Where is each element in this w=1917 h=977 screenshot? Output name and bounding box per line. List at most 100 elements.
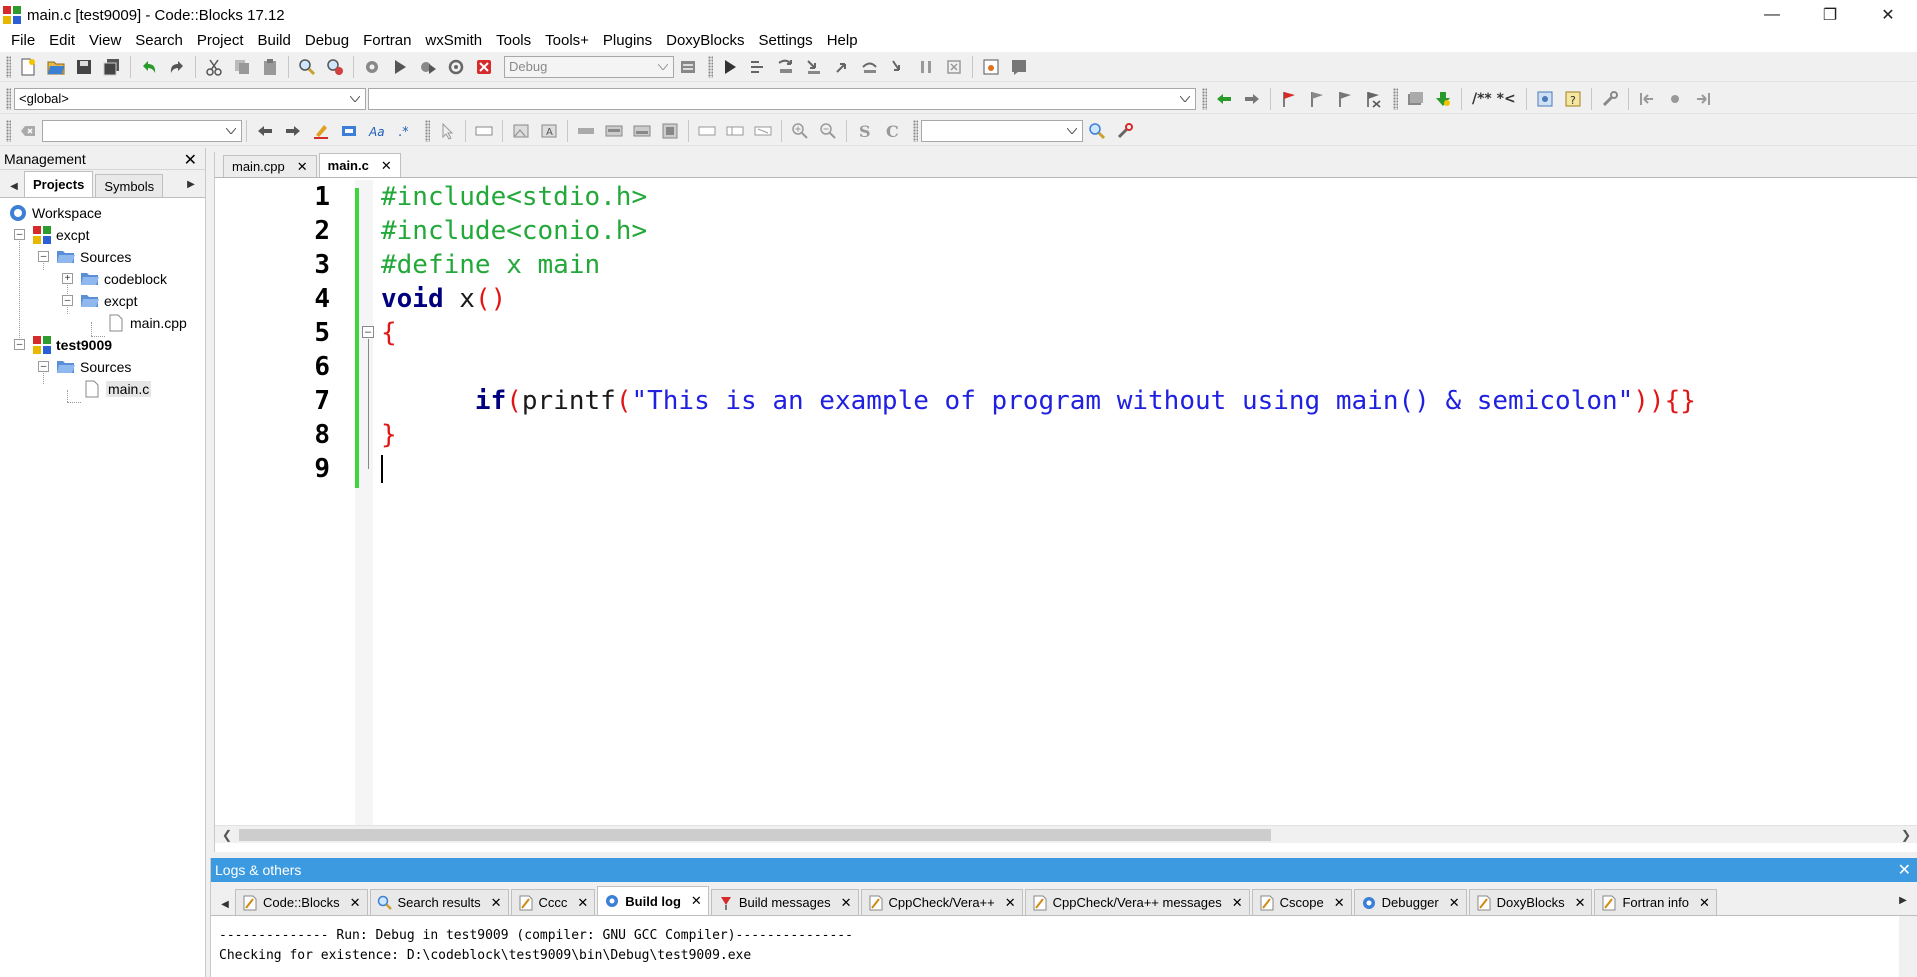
tree-item-file-main-cpp[interactable]: main.cpp [106, 312, 187, 334]
close-icon[interactable]: ✕ [381, 158, 392, 174]
thread-search-icon[interactable] [1085, 119, 1109, 143]
search-previous-icon[interactable] [253, 119, 277, 143]
scroll-left-icon[interactable]: ❮ [219, 827, 235, 843]
undo-icon[interactable] [137, 55, 161, 79]
widget-d-icon[interactable] [658, 119, 682, 143]
next-instruction-icon[interactable] [858, 55, 882, 79]
toolbar-grip[interactable] [6, 87, 11, 110]
run-to-cursor-icon[interactable] [746, 55, 770, 79]
menu-wxsmith[interactable]: wxSmith [418, 30, 489, 52]
tab-symbols[interactable]: Symbols [95, 174, 164, 197]
marker-dot-icon[interactable] [1663, 87, 1687, 111]
layout-c-icon[interactable] [751, 119, 775, 143]
menu-plugins[interactable]: Plugins [596, 30, 659, 52]
menu-fortran[interactable]: Fortran [356, 30, 418, 52]
step-into-instruction-icon[interactable] [886, 55, 910, 79]
zoom-out-icon[interactable] [816, 119, 840, 143]
tab-projects[interactable]: Projects [24, 171, 94, 197]
thread-search-options-icon[interactable] [1113, 119, 1137, 143]
fold-collapse-icon[interactable]: – [362, 326, 374, 338]
toolbar-grip[interactable] [6, 55, 11, 78]
pause-icon[interactable] [914, 55, 938, 79]
tab-fortran-info[interactable]: Fortran info ✕ [1594, 889, 1717, 915]
close-icon[interactable]: ✕ [1449, 895, 1460, 911]
search-next-icon[interactable] [281, 119, 305, 143]
tree-expander[interactable]: – [14, 229, 25, 240]
close-icon[interactable]: ✕ [577, 895, 588, 911]
menu-help[interactable]: Help [820, 30, 865, 52]
chevron-right-icon[interactable]: ▶ [1893, 889, 1913, 911]
build-options-icon[interactable] [676, 55, 700, 79]
tab-debugger[interactable]: Debugger ✕ [1353, 889, 1467, 915]
debugging-windows-icon[interactable] [979, 55, 1003, 79]
jump-back-icon[interactable] [1212, 87, 1236, 111]
scrollbar-thumb[interactable] [239, 829, 1271, 841]
tab-cscope[interactable]: Cscope ✕ [1251, 889, 1352, 915]
code-editor[interactable]: 1 2 3 4 5 6 7 8 9 – #include<stdio.h> #i… [215, 180, 1917, 825]
tree-item-project-excpt[interactable]: excpt [32, 224, 89, 246]
tree-item-folder-codeblock[interactable]: codeblock [80, 268, 167, 290]
function-select[interactable] [368, 87, 1196, 110]
tree-item-project-test9009[interactable]: test9009 [32, 334, 112, 356]
chevron-left-icon[interactable]: ◀ [215, 893, 235, 915]
toolbar-grip[interactable] [1202, 87, 1207, 110]
close-icon[interactable]: ✕ [1334, 895, 1345, 911]
menu-settings[interactable]: Settings [751, 30, 819, 52]
horizontal-scrollbar[interactable]: ❮ ❯ [215, 825, 1917, 843]
vertical-scrollbar[interactable] [1899, 916, 1917, 977]
menu-tools-plus[interactable]: Tools+ [538, 30, 596, 52]
copy-icon[interactable] [230, 55, 254, 79]
toolbar-grip[interactable] [708, 55, 713, 78]
build-gear-icon[interactable] [360, 55, 384, 79]
clear-search-icon[interactable] [16, 119, 40, 143]
regex-icon[interactable]: .* [393, 119, 417, 143]
paste-icon[interactable] [258, 55, 282, 79]
menu-debug[interactable]: Debug [298, 30, 356, 52]
open-folder-icon[interactable] [44, 55, 68, 79]
toolbar-grip[interactable] [913, 119, 918, 142]
tab-cppcheck-vera-messages[interactable]: CppCheck/Vera++ messages ✕ [1024, 889, 1250, 915]
match-case-icon[interactable]: Aa [365, 119, 389, 143]
menu-file[interactable]: File [4, 30, 42, 52]
close-icon[interactable]: ✕ [1232, 895, 1243, 911]
image-tool-icon[interactable] [509, 119, 533, 143]
layout-a-icon[interactable] [695, 119, 719, 143]
tab-main-c[interactable]: main.c ✕ [318, 153, 401, 177]
zoom-in-icon[interactable] [788, 119, 812, 143]
box-tool-icon[interactable] [472, 119, 496, 143]
selected-text-only-icon[interactable] [337, 119, 361, 143]
tree-expander[interactable]: – [14, 339, 25, 350]
tree-expander[interactable]: – [38, 251, 49, 262]
text-tool-icon[interactable]: A [537, 119, 561, 143]
abort-icon[interactable] [472, 55, 496, 79]
stop-debugger-icon[interactable] [942, 55, 966, 79]
extract-docs-icon[interactable] [1431, 87, 1455, 111]
chevron-left-icon[interactable]: ◀ [4, 175, 24, 197]
clear-bookmarks-icon[interactable] [1361, 87, 1385, 111]
close-icon[interactable]: ✕ [1005, 895, 1016, 911]
build-log-output[interactable]: -------------- Run: Debug in test9009 (c… [211, 916, 1917, 977]
run-icon[interactable] [388, 55, 412, 79]
preferences-wrench-icon[interactable] [1598, 87, 1622, 111]
toolbar-grip[interactable] [425, 119, 430, 142]
close-icon[interactable]: ✕ [691, 893, 702, 909]
insert-comment-block-icon[interactable]: /** *< [1472, 91, 1516, 107]
tree-expander[interactable]: + [62, 273, 73, 284]
step-into-icon[interactable] [802, 55, 826, 79]
tree-item-sources[interactable]: Sources [56, 356, 131, 378]
debug-run-icon[interactable] [718, 55, 742, 79]
menu-view[interactable]: View [82, 30, 128, 52]
chm-help-icon[interactable]: ? [1561, 87, 1585, 111]
pointer-tool-icon[interactable] [435, 119, 459, 143]
cut-icon[interactable] [202, 55, 226, 79]
step-out-icon[interactable] [830, 55, 854, 79]
tab-build-messages[interactable]: Build messages ✕ [710, 889, 859, 915]
close-icon[interactable]: ✕ [841, 895, 852, 911]
close-icon[interactable]: ✕ [1699, 895, 1710, 911]
close-icon[interactable]: ✕ [1898, 860, 1911, 880]
tree-item-file-main-c[interactable]: main.c [82, 378, 152, 400]
toggle-bookmark-icon[interactable] [1277, 87, 1301, 111]
menu-search[interactable]: Search [128, 30, 190, 52]
tab-search-results[interactable]: Search results ✕ [369, 889, 509, 915]
close-icon[interactable]: ✕ [184, 150, 197, 170]
